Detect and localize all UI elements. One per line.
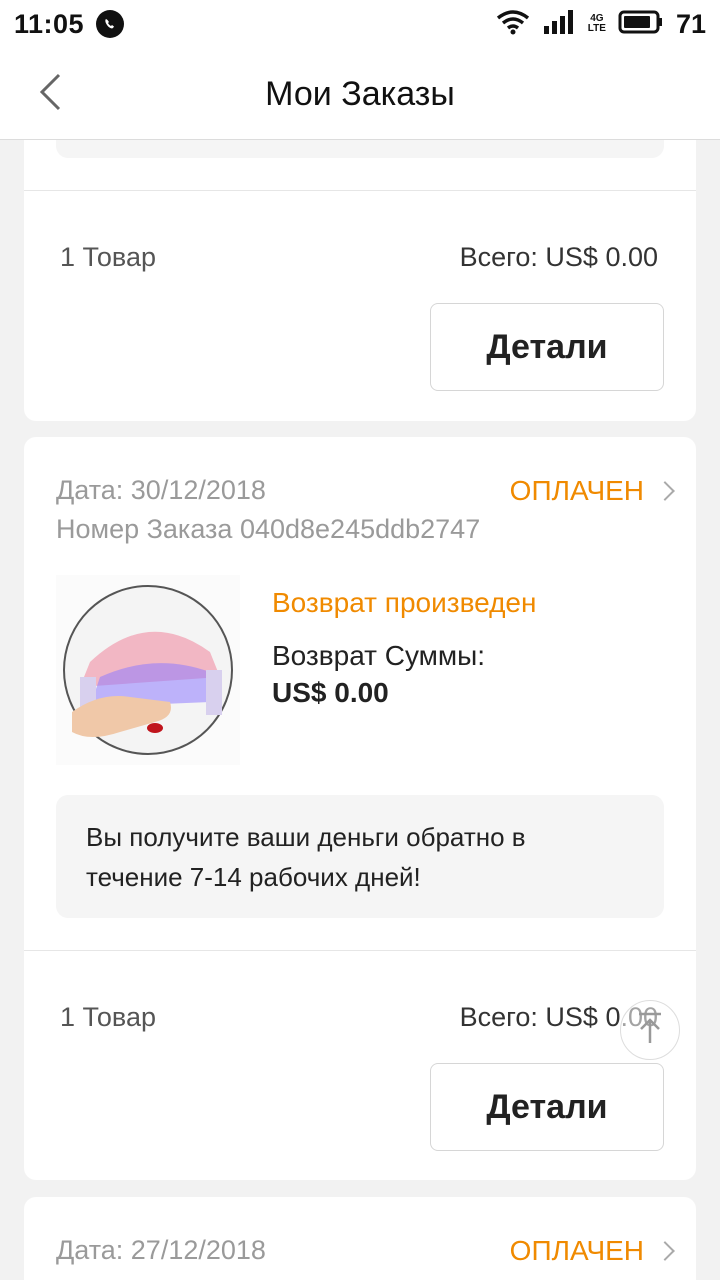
battery-icon — [618, 10, 664, 39]
order-status: ОПЛАЧЕН — [509, 1235, 644, 1266]
order-card: 1 Товар Всего: US$ 0.00 Детали — [24, 140, 696, 421]
details-button[interactable]: Детали — [430, 1063, 664, 1151]
divider — [24, 950, 696, 951]
app-bar: Мои Заказы — [0, 48, 720, 140]
note-box — [56, 140, 664, 158]
battery-level: 71 — [675, 8, 706, 39]
signal-icon — [542, 9, 576, 40]
status-time: 11:05 — [14, 8, 85, 39]
order-status-link[interactable]: ОПЛАЧЕН — [509, 1235, 675, 1267]
details-button[interactable]: Детали — [430, 303, 664, 391]
chevron-right-icon — [655, 481, 675, 501]
items-count: 1 Товар — [60, 242, 156, 272]
whatsapp-icon — [96, 10, 125, 38]
status-bar: 11:05 4G LTE 71 — [0, 0, 720, 48]
network-type: 4G LTE — [587, 13, 606, 34]
orders-list[interactable]: 1 Товар Всего: US$ 0.00 Детали Дата: 30/… — [0, 140, 720, 1280]
order-card: Дата: 30/12/2018 ОПЛАЧЕН Номер Заказа 04… — [24, 437, 696, 1180]
wifi-icon — [496, 9, 530, 40]
order-date: Дата: 30/12/2018 — [56, 475, 266, 505]
order-total: Всего: US$ 0.00 — [459, 242, 658, 272]
refund-amount: US$ 0.00 — [272, 677, 389, 708]
items-count: 1 Товар — [60, 1002, 156, 1032]
refund-note-box: Вы получите ваши деньги обратно в течени… — [56, 795, 664, 918]
back-button[interactable] — [26, 70, 74, 118]
page-title: Мои Заказы — [265, 74, 455, 113]
product-image[interactable] — [56, 575, 240, 765]
order-status-link[interactable]: ОПЛАЧЕН — [509, 475, 675, 507]
order-status: ОПЛАЧЕН — [509, 475, 644, 506]
order-date: Дата: 27/12/2018 — [56, 1235, 266, 1265]
order-card: Дата: 27/12/2018 ОПЛАЧЕН — [24, 1197, 696, 1280]
chevron-left-icon — [37, 72, 63, 117]
refund-status: Возврат произведен — [272, 587, 537, 618]
chevron-right-icon — [655, 1241, 675, 1261]
refund-note: Вы получите ваши деньги обратно в течени… — [86, 822, 526, 892]
arrow-up-icon — [635, 1011, 665, 1050]
refund-label: Возврат Суммы: — [272, 640, 486, 671]
divider — [24, 190, 696, 191]
scroll-to-top-button[interactable] — [620, 1000, 680, 1060]
status-icons: 4G LTE 71 — [496, 9, 706, 40]
order-number: Номер Заказа 040d8e245ddb2747 — [56, 514, 481, 544]
